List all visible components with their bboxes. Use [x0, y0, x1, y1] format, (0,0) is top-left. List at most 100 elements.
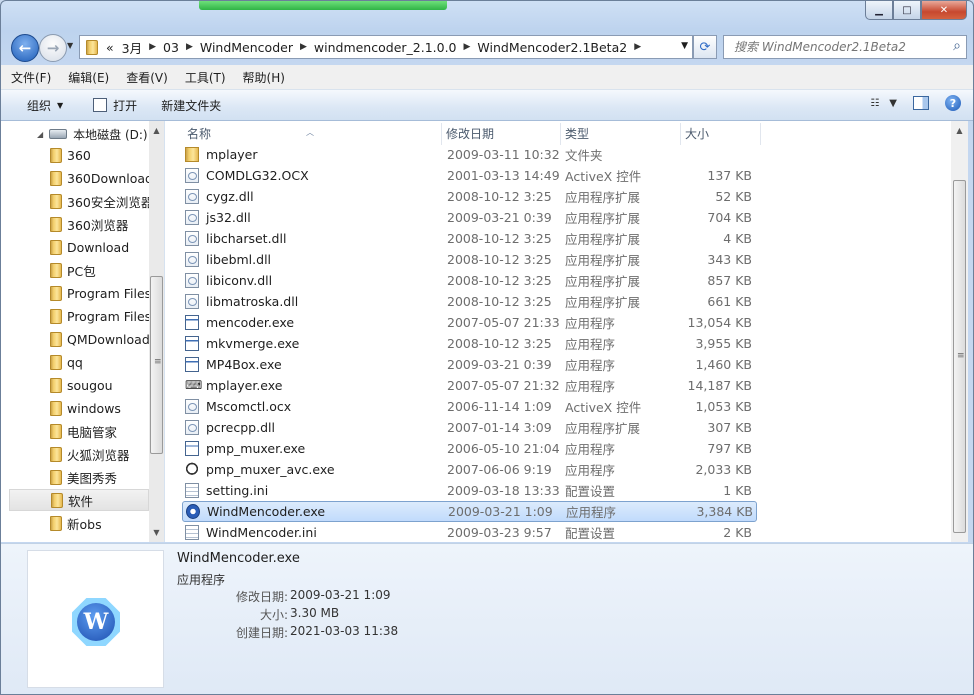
file-row[interactable]: MP4Box.exe 2009-03-21 0:39 应用程序 1,460 KB [182, 354, 757, 375]
breadcrumb-item[interactable]: 03 [159, 40, 183, 55]
nav-drive-d[interactable]: ◢ 本地磁盘 (D:) [37, 125, 148, 143]
breadcrumb-separator-icon[interactable]: ▶ [631, 42, 644, 52]
scroll-down-icon[interactable]: ▼ [149, 525, 164, 540]
file-row[interactable]: cygz.dll 2008-10-12 3:25 应用程序扩展 52 KB [182, 186, 757, 207]
breadcrumb-item[interactable]: windmencoder_2.1.0.0 [310, 40, 461, 55]
breadcrumb-separator-icon[interactable]: ▶ [297, 42, 310, 52]
file-size: 797 KB [707, 441, 752, 456]
menu-help[interactable]: 帮助(H) [233, 69, 292, 86]
preview-pane-icon[interactable] [913, 96, 929, 110]
details-file-type: 应用程序 [177, 573, 226, 587]
nav-item[interactable]: sougou [9, 374, 149, 396]
file-row[interactable]: mkvmerge.exe 2008-10-12 3:25 应用程序 3,955 KB [182, 333, 757, 354]
panda-file-icon [185, 462, 199, 477]
breadcrumb-overflow[interactable]: « [102, 40, 118, 55]
menu-view[interactable]: 查看(V) [116, 69, 175, 86]
menu-tools[interactable]: 工具(T) [175, 69, 233, 86]
nav-item[interactable]: 火狐浏览器 [9, 443, 149, 465]
search-icon[interactable]: ⌕ [953, 38, 961, 54]
minimize-button[interactable]: ▁ [865, 1, 893, 20]
breadcrumb-item[interactable]: WindMencoder2.1Beta2 [473, 40, 631, 55]
file-row[interactable]: pmp_muxer_avc.exe 2007-06-06 9:19 应用程序 2,03… [182, 459, 757, 480]
nav-item[interactable]: 美图秀秀 [9, 466, 149, 488]
file-type: 应用程序 [565, 358, 616, 373]
file-scrollbar[interactable]: ▲ ≡ [951, 121, 968, 542]
maximize-button[interactable]: □ [893, 1, 921, 20]
address-history-dropdown[interactable]: ▼ [681, 41, 688, 51]
help-icon[interactable]: ? [945, 95, 961, 111]
file-row[interactable]: mplayer 2009-03-11 10:32 文件夹 [182, 144, 757, 165]
search-input[interactable] [732, 39, 946, 55]
folder-icon [50, 515, 62, 531]
back-button[interactable]: ← [11, 34, 39, 62]
file-row[interactable]: libcharset.dll 2008-10-12 3:25 应用程序扩展 4 KB [182, 228, 757, 249]
menu-edit[interactable]: 编辑(E) [58, 69, 116, 86]
file-row[interactable]: libebml.dll 2008-10-12 3:25 应用程序扩展 343 KB [182, 249, 757, 270]
breadcrumb-separator-icon[interactable]: ▶ [183, 42, 196, 52]
breadcrumb-separator-icon[interactable]: ▶ [461, 42, 474, 52]
details-file-name: WindMencoder.exe [177, 551, 300, 566]
expand-arrow-icon[interactable]: ◢ [37, 130, 43, 139]
file-row[interactable]: pcrecpp.dll 2007-01-14 3:09 应用程序扩展 307 KB [182, 417, 757, 438]
file-row[interactable]: mencoder.exe 2007-05-07 21:33 应用程序 13,054 K… [182, 312, 757, 333]
column-date[interactable]: 修改日期 [442, 123, 561, 145]
nav-item[interactable]: 360Downloads [9, 167, 149, 189]
file-date: 2007-01-14 3:09 [447, 420, 552, 435]
breadcrumb-separator-icon[interactable]: ▶ [146, 42, 159, 52]
file-date: 2007-05-07 21:33 [447, 315, 560, 330]
nav-item[interactable]: 电脑管家 [9, 420, 149, 442]
file-scrollbar-thumb[interactable]: ≡ [953, 180, 966, 533]
file-row[interactable]: COMDLG32.OCX 2001-03-13 14:49 ActiveX 控件 13… [182, 165, 757, 186]
column-name[interactable]: ︿ 名称 [165, 123, 442, 145]
breadcrumb-item[interactable]: WindMencoder [196, 40, 297, 55]
file-date: 2009-03-21 1:09 [448, 504, 553, 519]
file-size: 3,955 KB [695, 336, 752, 351]
nav-item[interactable]: Program Files [9, 305, 149, 327]
nav-item[interactable]: 360 [9, 144, 149, 166]
file-row[interactable]: libmatroska.dll 2008-10-12 3:25 应用程序扩展 661 … [182, 291, 757, 312]
organize-button[interactable]: 组织 ▼ [17, 97, 73, 114]
menu-file[interactable]: 文件(F) [1, 69, 58, 86]
close-button[interactable]: ✕ [921, 1, 967, 20]
file-row[interactable]: WindMencoder.ini 2009-03-23 9:57 配置设置 2 KB [182, 522, 757, 542]
wm-file-icon [186, 504, 200, 519]
file-name-cell: libiconv.dll [182, 273, 446, 288]
breadcrumb-item[interactable]: 3月 [118, 38, 146, 57]
file-row[interactable]: ⌨ mplayer.exe 2007-05-07 21:32 应用程序 14,187 K… [182, 375, 757, 396]
recent-pages-dropdown[interactable]: ▼ [67, 41, 73, 50]
nav-item[interactable]: Program Files [9, 282, 149, 304]
forward-button[interactable]: → [39, 34, 67, 62]
nav-item[interactable]: 360浏览器 [9, 213, 149, 235]
file-name: mplayer.exe [206, 378, 283, 393]
file-size: 137 KB [707, 168, 752, 183]
refresh-icon[interactable]: ⟳ [693, 35, 717, 59]
nav-item[interactable]: windows [9, 397, 149, 419]
nav-scrollbar-thumb[interactable]: ≡ [150, 276, 163, 454]
column-size[interactable]: 大小 [681, 123, 761, 145]
file-size: 4 KB [723, 231, 752, 246]
nav-item[interactable]: 新obs [9, 512, 149, 534]
file-row[interactable]: setting.ini 2009-03-18 13:33 配置设置 1 KB [182, 480, 757, 501]
nav-item[interactable]: Download [9, 236, 149, 258]
nav-item[interactable]: qq [9, 351, 149, 373]
nav-item[interactable]: 软件 [9, 489, 149, 511]
nav-item[interactable]: QMDownload [9, 328, 149, 350]
file-row[interactable]: WindMencoder.exe 2009-03-21 1:09 应用程序 3,384… [182, 501, 757, 522]
address-bar[interactable]: « 3月 ▶ 03 ▶ WindMencoder ▶ windmencoder_… [79, 35, 693, 59]
nav-scrollbar[interactable]: ▲ ≡ ▼ [149, 121, 164, 542]
open-button[interactable]: 打开 [83, 97, 147, 114]
new-folder-button[interactable]: 新建文件夹 [151, 97, 231, 114]
change-view-button[interactable]: ☷ ▼ [870, 98, 897, 109]
scroll-up-icon[interactable]: ▲ [149, 123, 164, 138]
file-row[interactable]: pmp_muxer.exe 2006-05-10 21:04 应用程序 797 KB [182, 438, 757, 459]
column-type[interactable]: 类型 [561, 123, 681, 145]
file-row[interactable]: libiconv.dll 2008-10-12 3:25 应用程序扩展 857 KB [182, 270, 757, 291]
nav-item[interactable]: PC包 [9, 259, 149, 281]
search-box[interactable]: ⌕ [723, 35, 967, 59]
sort-ascending-icon: ︿ [306, 128, 314, 137]
scroll-up-icon[interactable]: ▲ [952, 123, 967, 138]
file-row[interactable]: Mscomctl.ocx 2006-11-14 1:09 ActiveX 控件 1,0… [182, 396, 757, 417]
nav-item[interactable]: 360安全浏览器 [9, 190, 149, 212]
file-row[interactable]: js32.dll 2009-03-21 0:39 应用程序扩展 704 KB [182, 207, 757, 228]
file-date: 2009-03-21 0:39 [447, 357, 552, 372]
